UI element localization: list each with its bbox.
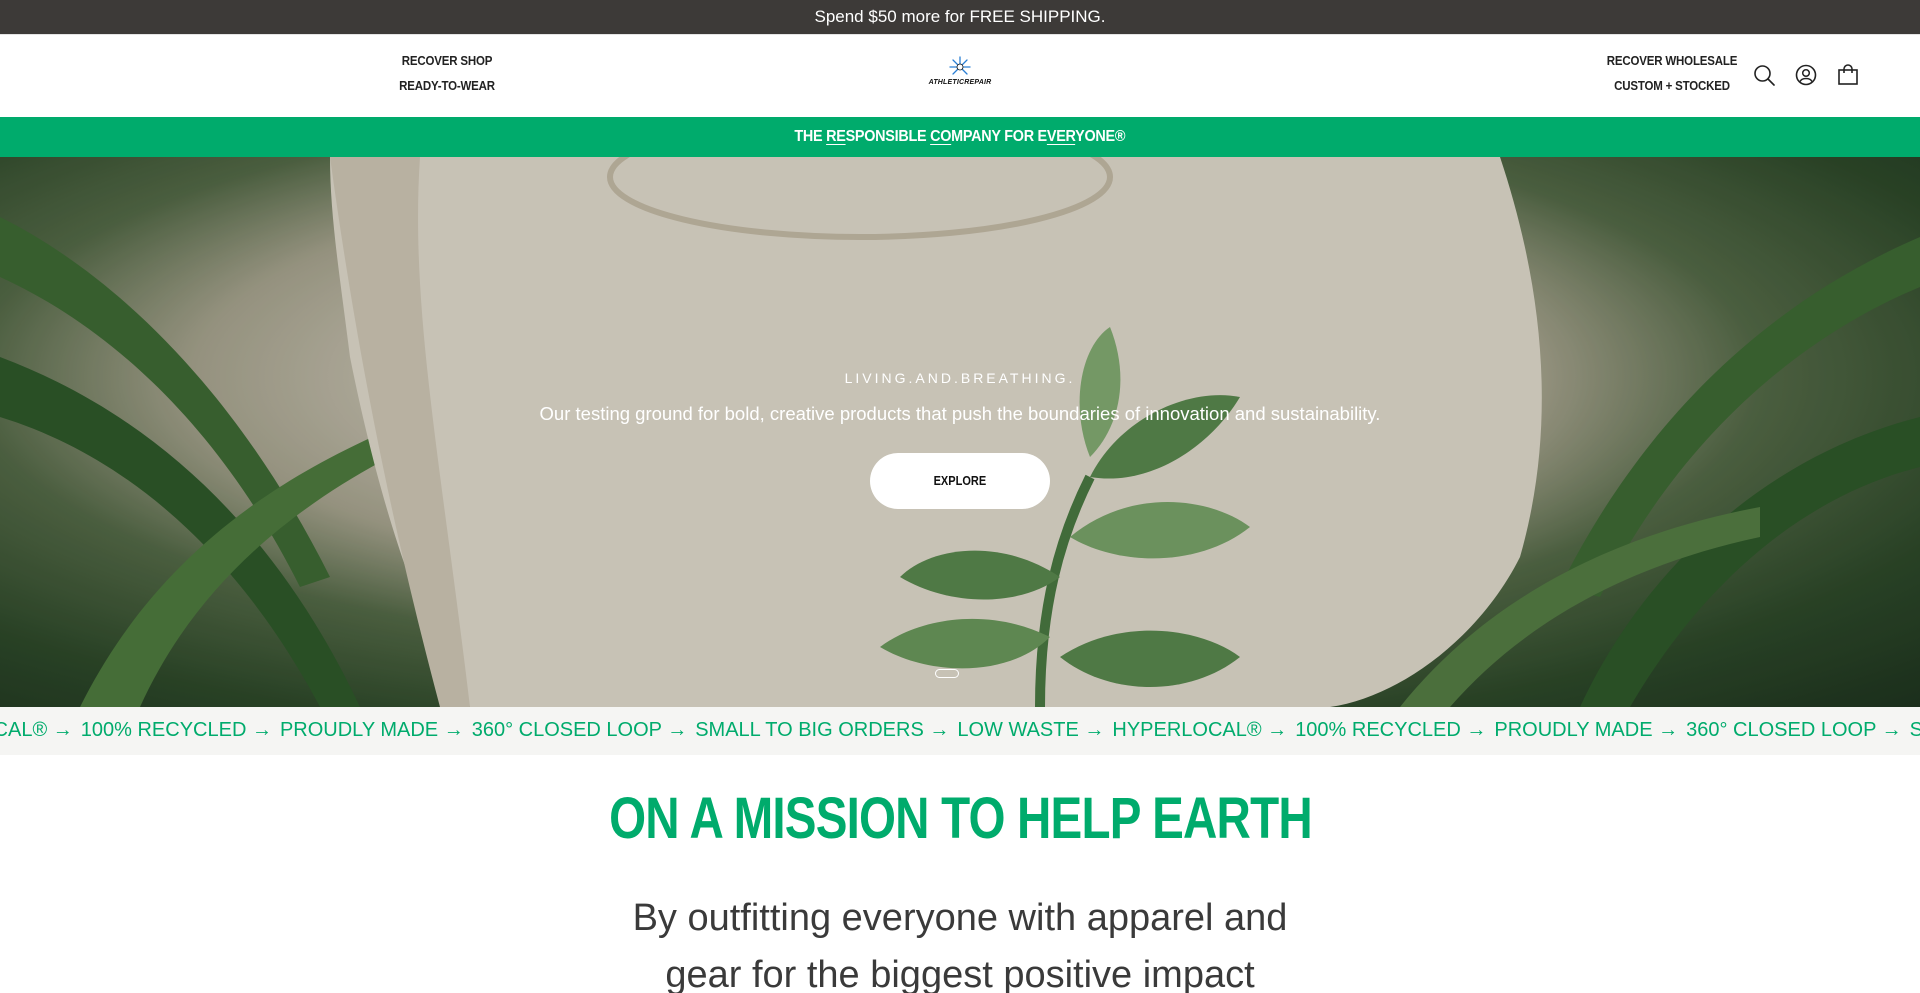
marquee-item: SMALL TO BIG ORDERS [1909, 719, 1920, 741]
hero-subtitle: Our testing ground for bold, creative pr… [539, 403, 1381, 424]
mission-line-2: gear for the biggest positive impact [665, 954, 1255, 993]
marquee-item: PROUDLY MADE → [279, 719, 464, 741]
marquee-track: OCAL® → 100% RECYCLED → PROUDLY MADE → 360°… [0, 719, 1920, 742]
announcement-bar: Spend $50 more for FREE SHIPPING. [0, 0, 1920, 34]
nav-ready-to-wear[interactable]: READY-TO-WEAR [385, 74, 508, 99]
nav-right: RECOVER WHOLESALE CUSTOM + STOCKED [1600, 49, 1744, 99]
site-header: RECOVER SHOP READY-TO-WEAR ATHLETICREPAI… [0, 34, 1920, 117]
search-icon[interactable] [1752, 63, 1776, 87]
slide-indicator[interactable] [935, 669, 959, 678]
header-icons [1752, 63, 1860, 87]
marquee-item: PROUDLY MADE → [1494, 719, 1679, 741]
tagline-text: THE RESPONSIBLE COMPANY FOR EVERYONE® [794, 128, 1126, 145]
bag-icon[interactable] [1836, 63, 1860, 87]
nav-recover-shop[interactable]: RECOVER SHOP [385, 49, 508, 74]
nav-custom-stocked[interactable]: CUSTOM + STOCKED [1606, 74, 1738, 99]
marquee-item: LOW WASTE → [957, 719, 1105, 741]
site-logo[interactable]: ATHLETICREPAIR [925, 55, 995, 95]
hero-overlay [0, 157, 1920, 707]
hero-banner: LIVING.AND.BREATHING. Our testing ground… [0, 157, 1920, 707]
marquee-item: OCAL® → [0, 719, 73, 741]
marquee-item: HYPERLOCAL® → [1112, 719, 1288, 741]
mission-title: ON A MISSION TO HELP EARTH [608, 786, 1313, 851]
logo-wordmark: ATHLETICREPAIR [928, 79, 992, 86]
marquee-item: 100% RECYCLED → [1295, 719, 1487, 741]
marquee-item: 100% RECYCLED → [80, 719, 272, 741]
nav-left: RECOVER SHOP READY-TO-WEAR [380, 49, 514, 99]
nav-recover-wholesale[interactable]: RECOVER WHOLESALE [1606, 49, 1738, 74]
account-icon[interactable] [1794, 63, 1818, 87]
marquee-item: 360° CLOSED LOOP → [471, 719, 688, 741]
tagline-bar: THE RESPONSIBLE COMPANY FOR EVERYONE® [0, 117, 1920, 157]
benefits-marquee: OCAL® → 100% RECYCLED → PROUDLY MADE → 360°… [0, 707, 1920, 755]
mission-body: By outfitting everyone with apparel and … [560, 890, 1360, 993]
announcement-text: Spend $50 more for FREE SHIPPING. [814, 7, 1106, 26]
explore-button[interactable]: EXPLORE [870, 453, 1050, 509]
logo-burst-icon [949, 56, 971, 75]
mission-line-1: By outfitting everyone with apparel and [632, 897, 1288, 939]
hero-kicker: LIVING.AND.BREATHING. [844, 370, 1076, 386]
marquee-item: SMALL TO BIG ORDERS → [695, 719, 950, 741]
marquee-item: 360° CLOSED LOOP → [1686, 719, 1902, 741]
